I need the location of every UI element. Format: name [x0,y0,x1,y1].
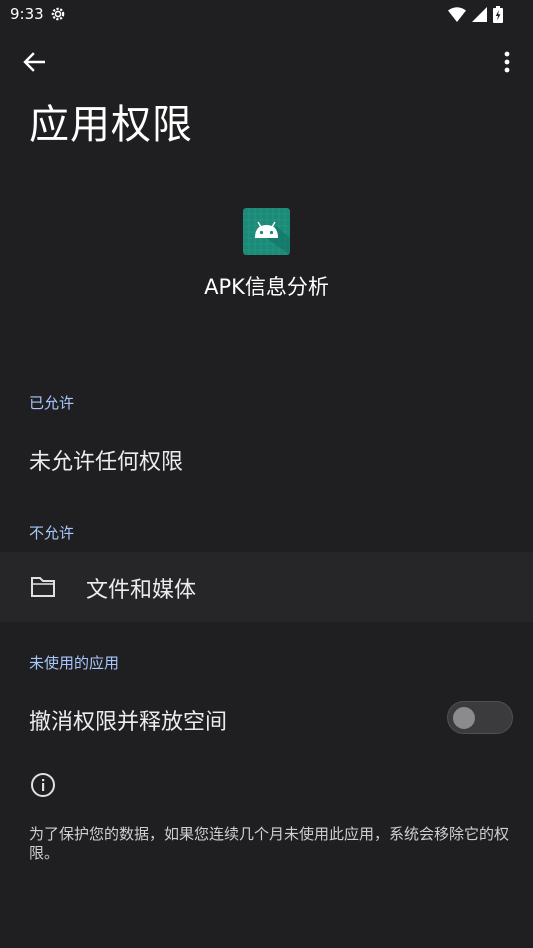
back-button[interactable] [18,46,50,78]
battery-charging-icon [493,6,503,23]
section-label-denied: 不允许 [29,524,75,542]
status-icons [448,6,503,23]
app-name: APK信息分析 [204,275,329,299]
section-label-unused-apps: 未使用的应用 [29,654,120,672]
no-permissions-allowed-text: 未允许任何权限 [29,450,184,475]
more-vert-icon [504,51,510,73]
android-icon [243,208,290,255]
permission-label-files-media: 文件和媒体 [86,578,197,603]
folder-icon [31,577,55,597]
revoke-permissions-toggle-row[interactable]: 撤消权限并释放空间 [0,690,533,746]
arrow-back-icon [23,52,45,72]
revoke-permissions-switch[interactable] [447,701,513,734]
wifi-icon [448,7,466,22]
more-options-button[interactable] [495,46,519,78]
permission-item-files-media[interactable]: 文件和媒体 [0,552,533,622]
cellular-signal-icon [472,7,487,22]
revoke-permissions-label: 撤消权限并释放空间 [29,710,228,735]
status-bar: 9:33 [0,0,533,30]
switch-thumb [453,707,475,729]
status-time: 9:33 [10,5,44,23]
section-label-allowed: 已允许 [29,394,75,412]
app-permissions-screen: 9:33 应用权限 APK信息分析 已允许 未允许任何权限 不允许 文件和媒体 … [0,0,533,948]
page-title: 应用权限 [29,102,193,148]
settings-gear-icon [51,7,65,21]
app-icon [243,208,290,255]
info-icon [31,773,55,797]
auto-revoke-info-text: 为了保护您的数据，如果您连续几个月未使用此应用，系统会移除它的权限。 [29,825,510,862]
